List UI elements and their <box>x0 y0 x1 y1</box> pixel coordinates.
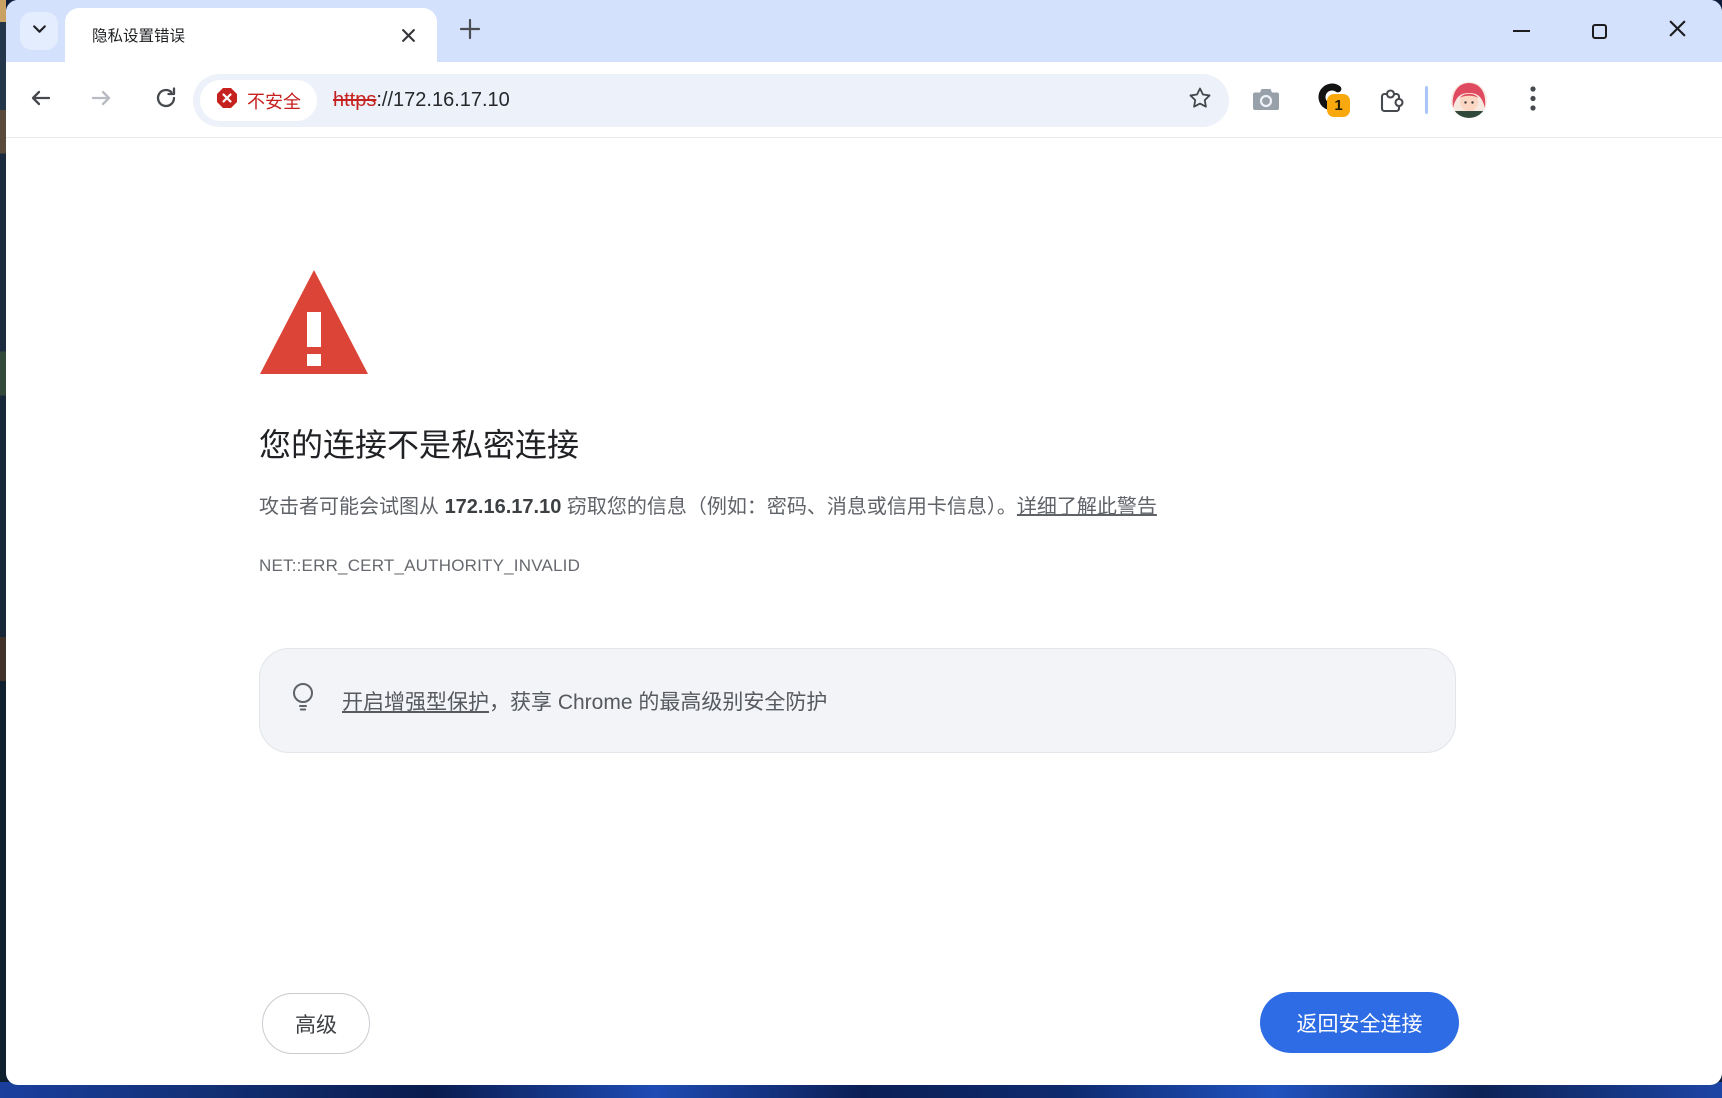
browser-menu-button[interactable] <box>1518 86 1548 116</box>
browser-window: 隐私设置错误 <box>6 0 1722 1085</box>
banner-text: 开启增强型保护，获享 Chrome 的最高级别安全防护 <box>342 686 827 716</box>
close-icon <box>1668 19 1687 43</box>
back-to-safety-button[interactable]: 返回安全连接 <box>1260 992 1459 1053</box>
tab-title: 隐私设置错误 <box>92 24 395 46</box>
error-description: 攻击者可能会试图从 172.16.17.10 窃取您的信息（例如：密码、消息或信… <box>259 490 1157 519</box>
tab-close-icon[interactable] <box>395 22 421 48</box>
tab-strip: 隐私设置错误 <box>6 0 1722 62</box>
star-icon <box>1188 86 1212 115</box>
url-text: https://172.16.17.10 <box>333 89 510 112</box>
avatar-image <box>1451 82 1487 118</box>
reload-icon <box>152 84 180 117</box>
tab-search-button[interactable] <box>20 12 58 50</box>
plus-icon <box>457 16 483 47</box>
kebab-menu-icon <box>1529 84 1537 119</box>
warning-triangle-icon <box>260 270 368 374</box>
security-chip-label: 不安全 <box>247 88 301 114</box>
window-minimize-button[interactable] <box>1482 0 1560 62</box>
extensions-button[interactable] <box>1376 86 1406 116</box>
window-maximize-button[interactable] <box>1560 0 1638 62</box>
back-button[interactable] <box>26 86 54 114</box>
active-tab[interactable]: 隐私设置错误 <box>65 8 437 62</box>
extension-logo-button[interactable]: 1 <box>1315 82 1353 120</box>
forward-arrow-icon <box>88 84 116 117</box>
url-rest: ://172.16.17.10 <box>376 89 509 111</box>
banner-rest-text: ，获享 Chrome 的最高级别安全防护 <box>489 691 827 714</box>
minimize-icon <box>1513 30 1530 32</box>
extension-badge: 1 <box>1327 94 1350 117</box>
maximize-icon <box>1592 24 1607 39</box>
advanced-button[interactable]: 高级 <box>262 993 370 1054</box>
puzzle-icon <box>1376 84 1406 119</box>
toolbar-separator <box>1425 86 1428 114</box>
profile-avatar[interactable] <box>1451 82 1487 118</box>
window-controls <box>1482 0 1716 62</box>
reload-button[interactable] <box>152 86 180 114</box>
exclamation-dot <box>307 354 321 366</box>
lightbulb-icon <box>290 681 316 720</box>
browser-toolbar: 不安全 https://172.16.17.10 1 <box>6 62 1722 138</box>
back-arrow-icon <box>26 84 54 117</box>
address-bar[interactable]: 不安全 https://172.16.17.10 <box>193 74 1229 127</box>
enhanced-protection-banner: 开启增强型保护，获享 Chrome 的最高级别安全防护 <box>259 648 1456 753</box>
security-chip[interactable]: 不安全 <box>200 80 317 121</box>
window-close-button[interactable] <box>1638 0 1716 62</box>
attacker-ip: 172.16.17.10 <box>445 496 562 518</box>
screenshot-button[interactable] <box>1251 86 1281 116</box>
exclamation-bar <box>307 312 321 347</box>
bookmark-button[interactable] <box>1187 88 1213 114</box>
not-secure-stop-icon <box>216 87 238 114</box>
camera-icon <box>1252 87 1280 116</box>
error-code: NET::ERR_CERT_AUTHORITY_INVALID <box>259 556 580 576</box>
page-title: 您的连接不是私密连接 <box>259 420 579 466</box>
enable-protection-link[interactable]: 开启增强型保护 <box>342 691 489 714</box>
new-tab-button[interactable] <box>455 16 485 46</box>
description-suffix: 窃取您的信息（例如：密码、消息或信用卡信息）。 <box>561 496 1017 518</box>
forward-button[interactable] <box>88 86 116 114</box>
learn-more-link[interactable]: 详细了解此警告 <box>1017 496 1157 518</box>
chevron-down-icon <box>31 20 48 42</box>
url-scheme: https <box>333 89 376 111</box>
description-prefix: 攻击者可能会试图从 <box>259 496 445 518</box>
